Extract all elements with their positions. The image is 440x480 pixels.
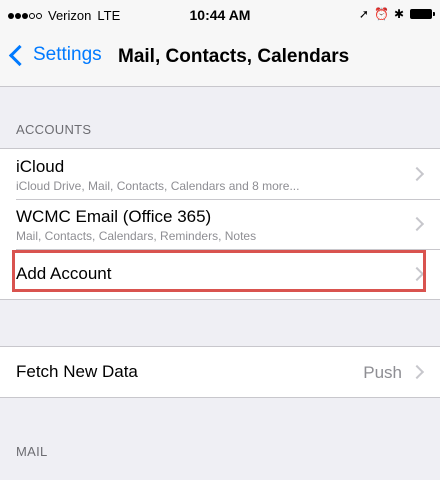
section-header-mail: MAIL xyxy=(16,444,48,459)
battery-icon xyxy=(410,9,435,19)
chevron-right-icon xyxy=(409,266,425,282)
chevron-right-icon xyxy=(409,364,425,380)
account-subtitle: Mail, Contacts, Calendars, Reminders, No… xyxy=(16,229,257,243)
accounts-group: iCloud iCloud Drive, Mail, Contacts, Cal… xyxy=(0,148,440,300)
page-title: Mail, Contacts, Calendars xyxy=(118,46,350,67)
fetch-new-data-label: Fetch New Data xyxy=(16,362,138,381)
fetch-new-data-row[interactable]: Fetch New Data Push xyxy=(0,347,440,397)
account-title: WCMC Email (Office 365) xyxy=(16,207,212,226)
status-bar: Verizon LTE 10:44 AM ➚ ⏰ ✱ xyxy=(0,0,440,30)
chevron-right-icon xyxy=(409,166,425,182)
bluetooth-icon: ✱ xyxy=(393,7,404,21)
add-account-label: Add Account xyxy=(16,264,112,283)
add-account-row[interactable]: Add Account xyxy=(0,249,440,299)
status-right: ➚ ⏰ ✱ xyxy=(354,7,435,21)
fetch-new-data-value: Push xyxy=(363,363,402,382)
navigation-bar: Settings Mail, Contacts, Calendars xyxy=(0,30,440,87)
chevron-left-icon xyxy=(8,44,31,66)
back-button[interactable]: Settings xyxy=(6,44,102,66)
section-header-accounts: ACCOUNTS xyxy=(16,122,92,137)
location-icon: ➚ xyxy=(358,7,369,21)
fetch-group: Fetch New Data Push xyxy=(0,346,440,398)
back-button-label: Settings xyxy=(33,44,102,65)
alarm-icon: ⏰ xyxy=(373,7,389,21)
account-subtitle: iCloud Drive, Mail, Contacts, Calendars … xyxy=(16,179,300,193)
account-title: iCloud xyxy=(16,157,65,176)
account-row-icloud[interactable]: iCloud iCloud Drive, Mail, Contacts, Cal… xyxy=(0,149,440,199)
chevron-right-icon xyxy=(409,216,425,232)
account-row-wcmc[interactable]: WCMC Email (Office 365) Mail, Contacts, … xyxy=(0,199,440,249)
